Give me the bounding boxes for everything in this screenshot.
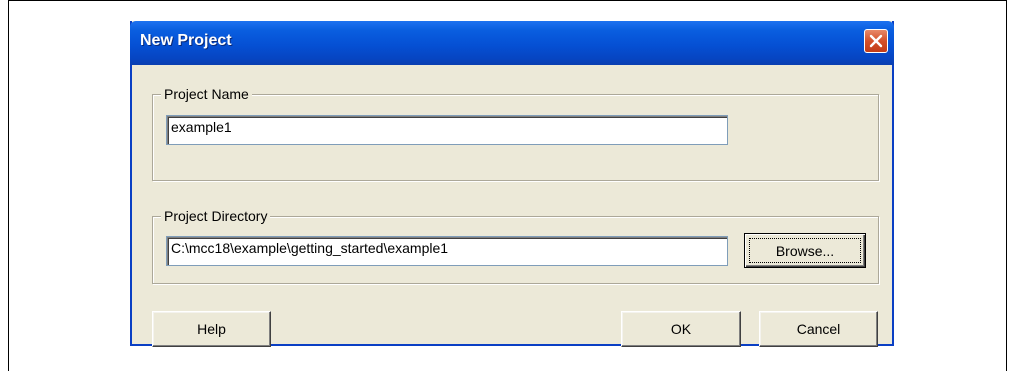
ok-button[interactable]: OK bbox=[621, 311, 741, 347]
help-button[interactable]: Help bbox=[152, 311, 271, 347]
project-name-group: Project Name example1 bbox=[152, 86, 879, 181]
project-name-input[interactable]: example1 bbox=[166, 115, 728, 145]
close-icon bbox=[869, 34, 883, 48]
window-title: New Project bbox=[140, 32, 232, 49]
browse-button-label: Browse... bbox=[749, 238, 861, 263]
new-project-dialog: New Project Project Name example1 Projec… bbox=[130, 21, 894, 347]
project-directory-group: Project Directory C:\mcc18\example\getti… bbox=[152, 208, 879, 284]
dialog-client-area: Project Name example1 Project Directory … bbox=[132, 65, 892, 347]
project-directory-label: Project Directory bbox=[161, 208, 271, 224]
project-directory-input[interactable]: C:\mcc18\example\getting_started\example… bbox=[166, 236, 728, 266]
project-name-label: Project Name bbox=[161, 86, 252, 102]
browse-button[interactable]: Browse... bbox=[744, 233, 866, 268]
title-bar[interactable]: New Project bbox=[130, 21, 894, 65]
close-button[interactable] bbox=[864, 29, 888, 53]
cancel-button[interactable]: Cancel bbox=[759, 311, 878, 347]
